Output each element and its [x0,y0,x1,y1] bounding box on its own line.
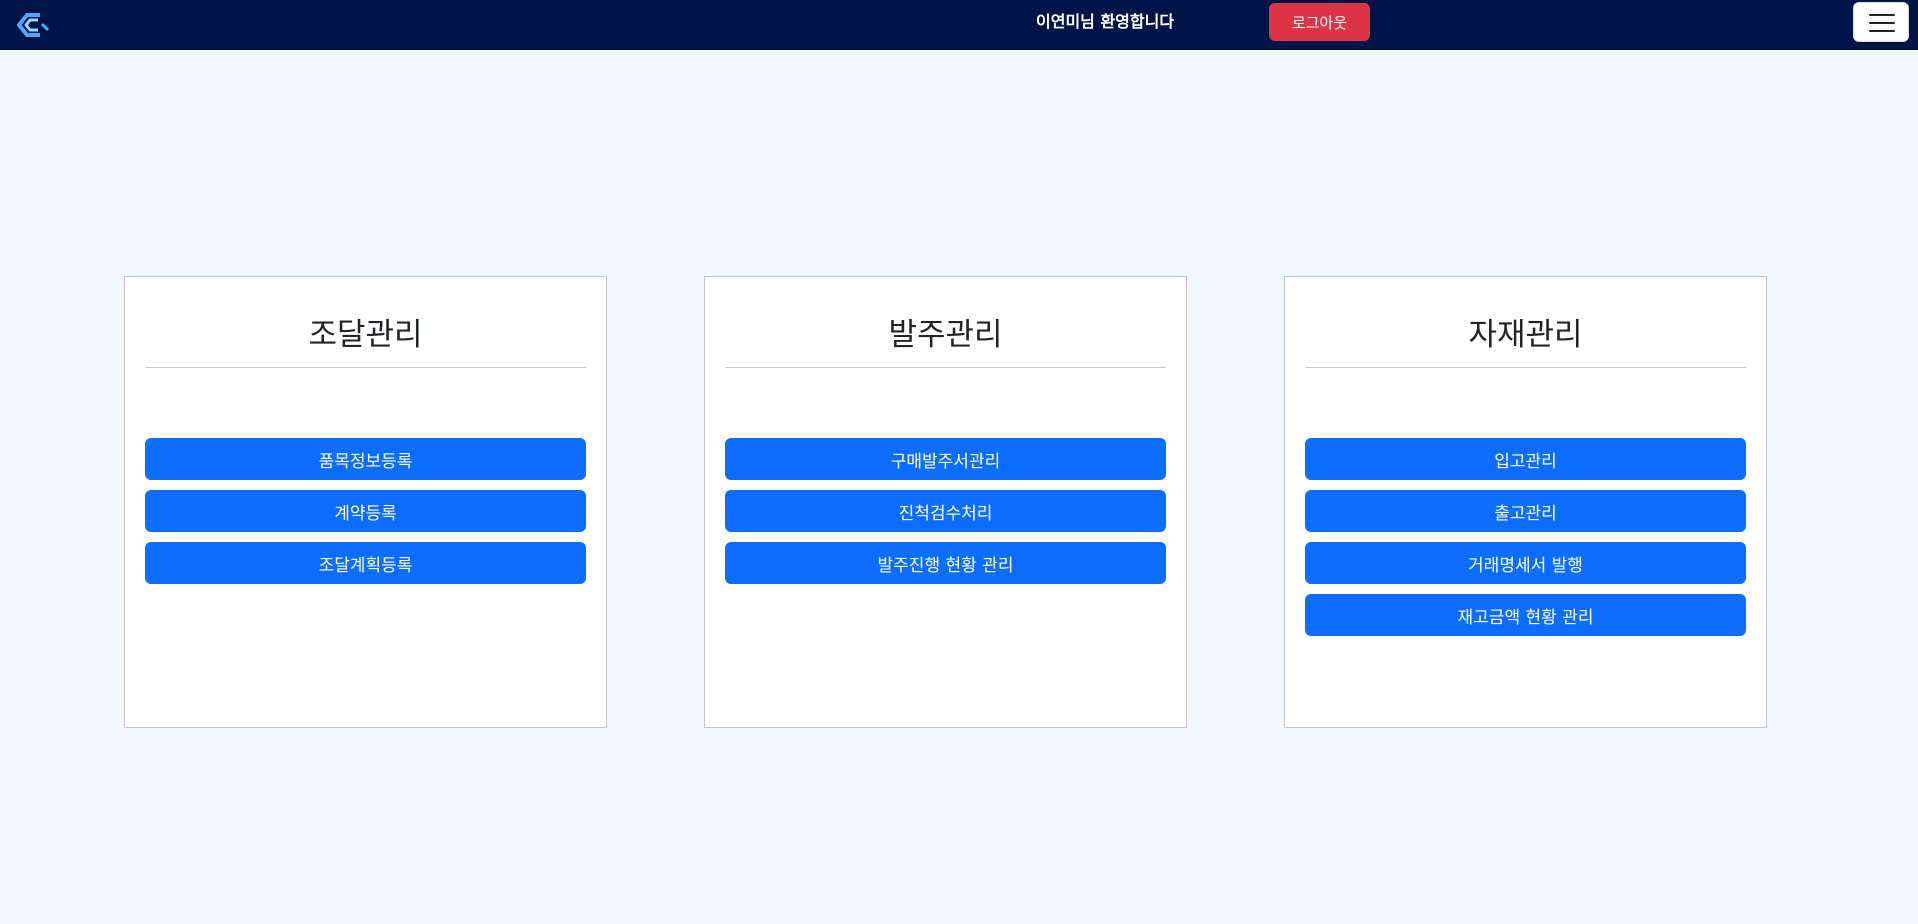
procurement-plan-register-button[interactable]: 조달계획등록 [145,542,586,584]
card-materials: 자재관리 입고관리 출고관리 거래명세서 발행 재고금액 현황 관리 [1284,276,1767,728]
card-title: 조달관리 [308,317,423,353]
item-info-register-button[interactable]: 품목정보등록 [145,438,586,480]
inventory-value-status-button[interactable]: 재고금액 현황 관리 [1305,594,1746,636]
card-title: 자재관리 [1468,317,1583,353]
logo-icon[interactable] [13,6,51,44]
top-navbar: 이연미님 환영합니다 로그아웃 [0,0,1918,50]
hamburger-menu-button[interactable] [1853,2,1909,42]
welcome-message: 이연미님 환영합니다 [1036,12,1175,31]
card-title: 발주관리 [888,317,1003,353]
inbound-manage-button[interactable]: 입고관리 [1305,438,1746,480]
outbound-manage-button[interactable]: 출고관리 [1305,490,1746,532]
order-status-manage-button[interactable]: 발주진행 현황 관리 [725,542,1166,584]
divider [1305,367,1746,368]
invoice-issue-button[interactable]: 거래명세서 발행 [1305,542,1746,584]
contract-register-button[interactable]: 계약등록 [145,490,586,532]
card-procurement: 조달관리 품목정보등록 계약등록 조달계획등록 [124,276,607,728]
divider [725,367,1166,368]
logout-button[interactable]: 로그아웃 [1269,3,1370,41]
divider [145,367,586,368]
card-purchase-order: 발주관리 구매발주서관리 진척검수처리 발주진행 현황 관리 [704,276,1187,728]
purchase-order-manage-button[interactable]: 구매발주서관리 [725,438,1166,480]
progress-inspection-button[interactable]: 진척검수처리 [725,490,1166,532]
